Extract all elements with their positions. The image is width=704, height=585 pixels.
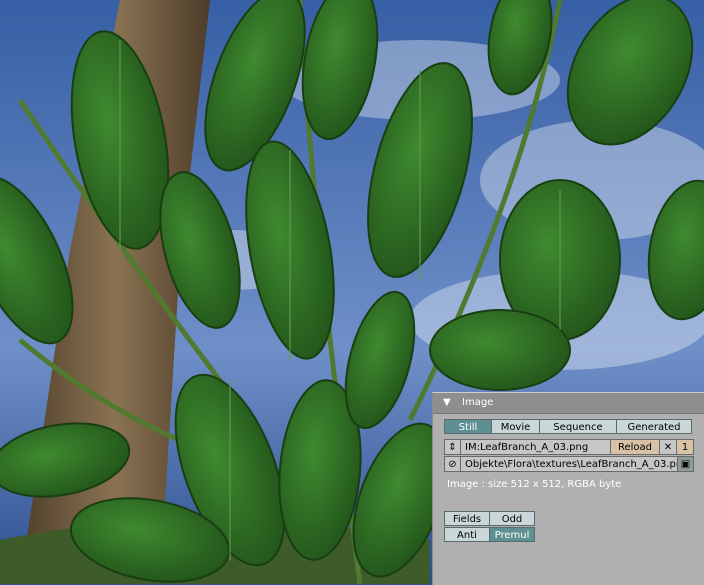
panel-header[interactable]: ▼ Image bbox=[433, 393, 704, 414]
collapse-triangle-icon[interactable]: ▼ bbox=[443, 397, 451, 408]
filepath-field[interactable]: Objekte\Flora\textures\LeafBranch_A_03.p… bbox=[460, 456, 678, 472]
users-count[interactable]: 1 bbox=[676, 439, 694, 455]
source-tabs: Still Movie Sequence Generated bbox=[444, 419, 694, 434]
reload-button[interactable]: Reload bbox=[610, 439, 660, 455]
image-name-row: ⇕ IM:LeafBranch_A_03.png Reload ✕ 1 bbox=[444, 439, 694, 455]
image-name-field[interactable]: IM:LeafBranch_A_03.png bbox=[460, 439, 611, 455]
anti-button[interactable]: Anti bbox=[444, 527, 490, 542]
browse-image-icon[interactable]: ⇕ bbox=[444, 439, 461, 455]
image-panel: ▼ Image Still Movie Sequence Generated ⇕… bbox=[432, 392, 704, 585]
tab-movie[interactable]: Movie bbox=[491, 419, 540, 434]
panel-title: Image bbox=[462, 397, 494, 408]
image-info: Image : size 512 x 512, RGBA byte bbox=[447, 479, 622, 490]
file-browse-icon[interactable]: ⊘ bbox=[444, 456, 461, 472]
premul-button[interactable]: Premul bbox=[489, 527, 535, 542]
odd-button[interactable]: Odd bbox=[489, 511, 535, 526]
unlink-image-icon[interactable]: ✕ bbox=[659, 439, 677, 455]
tab-sequence[interactable]: Sequence bbox=[539, 419, 617, 434]
filepath-row: ⊘ Objekte\Flora\textures\LeafBranch_A_03… bbox=[444, 456, 694, 472]
tab-still[interactable]: Still bbox=[444, 419, 492, 434]
fields-button[interactable]: Fields bbox=[444, 511, 490, 526]
pack-file-icon[interactable]: ▣ bbox=[677, 456, 694, 472]
tab-generated[interactable]: Generated bbox=[616, 419, 692, 434]
